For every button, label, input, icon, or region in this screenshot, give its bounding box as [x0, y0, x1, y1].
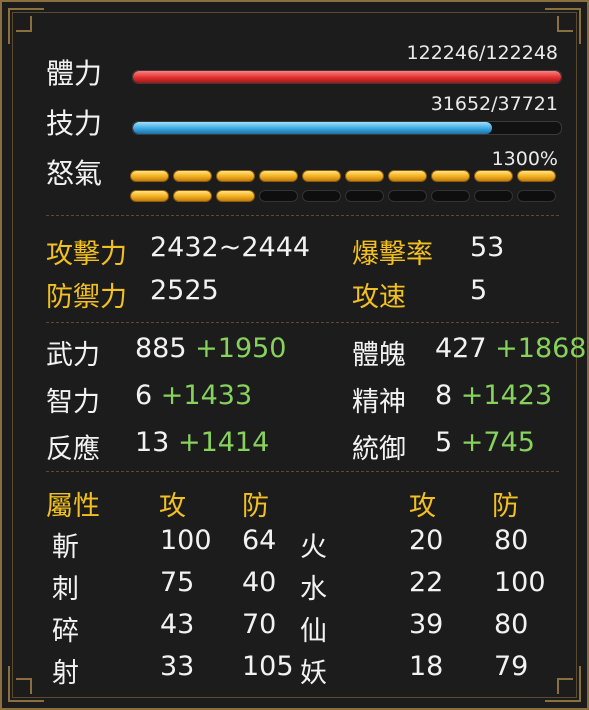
divider [46, 322, 559, 323]
rage-segment [302, 170, 341, 182]
attr-int-label: 智力 [46, 387, 100, 418]
rage-segment [130, 170, 169, 182]
rage-segment [517, 190, 556, 202]
attr-int-bonus: +1433 [160, 380, 253, 411]
defense-label: 防禦力 [46, 282, 127, 313]
rage-segment [216, 190, 255, 202]
hp-value: 122246/122248 [406, 42, 558, 64]
attr-int-base: 6 [135, 380, 153, 411]
crit-value: 53 [470, 232, 505, 263]
rage-segment [474, 170, 513, 182]
rage-label: 怒氣 [46, 157, 103, 190]
attr-str-value: 885 +1950 [135, 333, 286, 364]
rage-segment [259, 190, 298, 202]
rage-value: 1300% [491, 148, 558, 170]
element-left-def: 70 [242, 609, 277, 640]
rage-segment [259, 170, 298, 182]
sp-bar [132, 121, 562, 135]
element-right-atk: 18 [409, 651, 444, 682]
rage-segment [388, 170, 427, 182]
element-right-atk: 39 [409, 609, 444, 640]
element-atk2-header: 攻 [409, 491, 436, 522]
attr-con-value: 427 +1868 [435, 333, 586, 364]
element-left-name: 射 [52, 658, 79, 689]
divider [46, 471, 559, 472]
element-right-def: 80 [494, 525, 529, 556]
element-atk-header: 攻 [159, 491, 186, 522]
ornament-corner-tl [8, 8, 44, 44]
element-right-def: 100 [494, 567, 546, 598]
attr-spi-base: 8 [435, 380, 453, 411]
rage-segment [517, 170, 556, 182]
attr-int-value: 6 +1433 [135, 380, 252, 411]
attr-spi-bonus: +1423 [460, 380, 553, 411]
character-stats-panel: 體力 122246/122248 技力 31652/37721 怒氣 1300%… [0, 0, 589, 710]
attr-cmd-label: 統御 [352, 434, 406, 465]
attr-cmd-value: 5 +745 [435, 427, 535, 458]
element-title: 屬性 [46, 491, 100, 522]
element-right-atk: 22 [409, 567, 444, 598]
element-right-def: 80 [494, 609, 529, 640]
rage-segment [173, 190, 212, 202]
attr-str-label: 武力 [46, 340, 100, 371]
attr-con-label: 體魄 [352, 340, 406, 371]
divider [46, 215, 559, 216]
element-left-atk: 100 [160, 525, 212, 556]
attr-cmd-base: 5 [435, 427, 453, 458]
element-right-name: 妖 [300, 658, 327, 689]
attr-cmd-bonus: +745 [460, 427, 535, 458]
element-right-name: 火 [300, 532, 327, 563]
element-left-atk: 75 [160, 567, 195, 598]
attr-con-base: 427 [435, 333, 487, 364]
rage-segment [474, 190, 513, 202]
attr-spi-label: 精神 [352, 387, 406, 418]
speed-label: 攻速 [352, 282, 406, 313]
attack-label: 攻擊力 [46, 239, 127, 270]
attr-con-bonus: +1868 [495, 333, 587, 364]
hp-bar-fill [133, 71, 561, 83]
attr-ref-base: 13 [135, 427, 170, 458]
rage-segment [130, 190, 169, 202]
element-left-atk: 33 [160, 651, 195, 682]
element-right-atk: 20 [409, 525, 444, 556]
attack-value: 2432~2444 [150, 232, 311, 263]
element-left-def: 64 [242, 525, 277, 556]
sp-value: 31652/37721 [430, 93, 558, 115]
defense-value: 2525 [150, 275, 219, 306]
attr-ref-label: 反應 [46, 434, 100, 465]
attr-ref-value: 13 +1414 [135, 427, 269, 458]
element-left-name: 刺 [52, 574, 79, 605]
sp-bar-fill [133, 122, 493, 134]
element-right-name: 水 [300, 574, 327, 605]
element-def-header: 防 [242, 491, 269, 522]
rage-segment [388, 190, 427, 202]
attr-str-bonus: +1950 [195, 333, 287, 364]
element-right-def: 79 [494, 651, 529, 682]
attr-ref-bonus: +1414 [177, 427, 270, 458]
element-def2-header: 防 [492, 491, 519, 522]
rage-segment [345, 190, 384, 202]
rage-segment [216, 170, 255, 182]
rage-segment [302, 190, 341, 202]
element-left-atk: 43 [160, 609, 195, 640]
ornament-corner-bl [8, 666, 44, 702]
rage-segment [431, 190, 470, 202]
hp-label: 體力 [46, 57, 103, 90]
speed-value: 5 [470, 275, 488, 306]
element-left-def: 40 [242, 567, 277, 598]
crit-label: 爆擊率 [352, 239, 433, 270]
element-left-def: 105 [242, 651, 294, 682]
rage-segment [345, 170, 384, 182]
attr-spi-value: 8 +1423 [435, 380, 552, 411]
element-left-name: 碎 [52, 616, 79, 647]
sp-label: 技力 [46, 107, 103, 140]
attr-str-base: 885 [135, 333, 187, 364]
hp-bar [132, 70, 562, 84]
ornament-corner-br [545, 666, 581, 702]
element-left-name: 斬 [52, 532, 79, 563]
rage-segment [173, 170, 212, 182]
element-right-name: 仙 [300, 616, 327, 647]
ornament-corner-tr [545, 8, 581, 44]
rage-segment [431, 170, 470, 182]
